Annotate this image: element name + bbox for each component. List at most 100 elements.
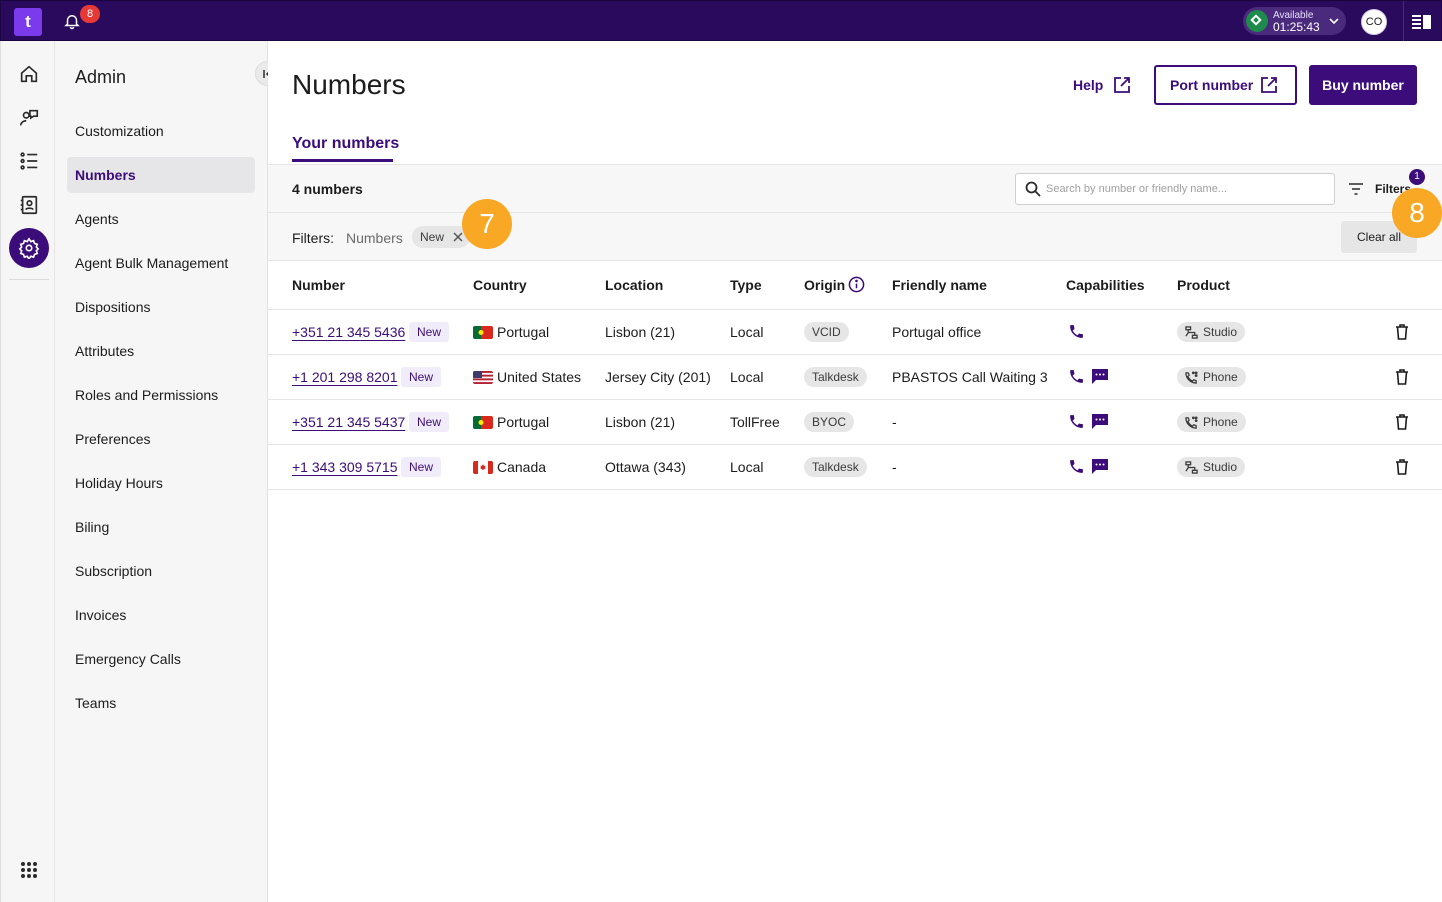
canada-flag-icon [473,461,493,474]
table-row[interactable]: +1 343 309 5715 New Canada Ottawa (343) … [268,445,1442,490]
column-header-friendly-name[interactable]: Friendly name [892,277,987,293]
bell-icon[interactable] [63,12,81,30]
new-badge: New [409,412,450,432]
page-title: Numbers [292,69,406,100]
help-link[interactable]: Help [1073,77,1103,93]
search-input[interactable] [1046,179,1326,199]
sidebar-item-emergency-calls[interactable]: Emergency Calls [67,641,255,677]
main-content: Numbers Help Port number Buy number Your… [268,41,1442,902]
agent-status-dropdown[interactable]: Available 01:25:43 [1243,7,1346,35]
country-cell: Canada [497,459,547,475]
sidebar-item-attributes[interactable]: Attributes [67,333,255,369]
port-number-button[interactable]: Port number [1154,65,1297,105]
side-panel-icon[interactable] [1412,14,1432,30]
type-cell: Local [730,324,764,340]
new-badge: New [401,367,442,387]
sidebar-item-customization[interactable]: Customization [67,113,255,149]
table-header: Number Country Location Type Origin Frie… [268,261,1442,310]
table-row[interactable]: +351 21 345 5436 New Portugal Lisbon (21… [268,310,1442,355]
friendly-name-cell: PBASTOS Call Waiting 3 [892,369,1048,385]
product-label: Phone [1203,415,1238,429]
app-rail [0,41,55,902]
gear-icon [18,237,40,259]
type-cell: TollFree [730,414,780,430]
column-header-capabilities[interactable]: Capabilities [1066,277,1145,293]
sidebar-item-invoices[interactable]: Invoices [67,597,255,633]
home-icon[interactable] [18,63,40,85]
sidebar-item-roles-and-permissions[interactable]: Roles and Permissions [67,377,255,413]
studio-flow-icon [1185,461,1198,474]
sidebar-item-agent-bulk-management[interactable]: Agent Bulk Management [67,245,255,281]
close-icon[interactable] [453,232,463,242]
external-link-icon[interactable] [1113,76,1131,94]
product-label: Studio [1203,325,1238,339]
number-link[interactable]: +1 201 298 8201 [292,369,398,385]
filter-chip-new[interactable]: New [412,226,471,248]
step-marker-8: 8 [1392,188,1442,238]
trash-icon[interactable] [1395,414,1409,430]
table-row[interactable]: +351 21 345 5437 New Portugal Lisbon (21… [268,400,1442,445]
phone-dial-icon [1185,416,1198,429]
numbers-count: 4 numbers [292,181,363,197]
apps-grid-icon[interactable] [20,861,38,879]
product-badge: Studio [1177,457,1246,477]
sidebar-item-preferences[interactable]: Preferences [67,421,255,457]
trash-icon[interactable] [1395,369,1409,385]
external-link-icon [1261,77,1277,93]
sidebar-item-numbers[interactable]: Numbers [67,157,255,193]
filters-count-badge: 1 [1409,169,1425,185]
sidebar-item-agents[interactable]: Agents [67,201,255,237]
origin-badge: VCID [804,322,849,342]
portugal-flag-icon [473,416,493,429]
location-cell: Ottawa (343) [605,459,686,475]
filter-icon [1349,183,1363,195]
sidebar-item-subscription[interactable]: Subscription [67,553,255,589]
avatar[interactable]: CO [1361,9,1387,35]
product-label: Phone [1203,370,1238,384]
trash-icon[interactable] [1395,459,1409,475]
phone-icon [1070,370,1083,383]
column-header-origin[interactable]: Origin [804,277,845,293]
number-link[interactable]: +1 343 309 5715 [292,459,398,475]
number-link[interactable]: +351 21 345 5437 [292,414,405,430]
table-row[interactable]: +1 201 298 8201 New United States Jersey… [268,355,1442,400]
sidebar-title: Admin [75,67,127,87]
column-header-location[interactable]: Location [605,277,663,293]
friendly-name-cell: - [892,459,897,475]
column-header-product[interactable]: Product [1177,277,1230,293]
sidebar-item-billing[interactable]: Biling [67,509,255,545]
table-toolbar: 4 numbers Filters 1 [268,165,1442,213]
list-icon[interactable] [18,150,40,172]
buy-number-button[interactable]: Buy number [1309,65,1417,105]
country-cell: United States [497,369,582,385]
sidebar-item-teams[interactable]: Teams [67,685,255,721]
sidebar-item-dispositions[interactable]: Dispositions [67,289,255,325]
product-badge: Studio [1177,322,1246,342]
column-header-country[interactable]: Country [473,277,527,293]
filter-chip-label: New [420,230,445,244]
topbar-divider [1403,1,1404,42]
tab-your-numbers[interactable]: Your numbers [292,135,399,153]
rail-item-admin[interactable] [9,228,49,268]
app-logo[interactable]: t [14,8,42,36]
agent-speech-icon[interactable] [18,107,40,129]
active-filters-row: Filters: Numbers New Clear all [268,213,1442,261]
product-label: Studio [1203,460,1238,474]
column-header-type[interactable]: Type [730,277,762,293]
contacts-book-icon[interactable] [18,194,40,216]
united-states-flag-icon [473,371,493,384]
number-link[interactable]: +351 21 345 5436 [292,324,405,340]
search-box[interactable] [1015,173,1335,205]
message-icon [1092,369,1108,384]
sidebar-item-holiday-hours[interactable]: Holiday Hours [67,465,255,501]
location-cell: Jersey City (201) [605,369,711,385]
location-cell: Lisbon (21) [605,324,676,340]
notification-badge: 8 [80,5,100,23]
message-icon [1092,414,1108,429]
column-header-number[interactable]: Number [292,277,345,293]
friendly-name-cell: - [892,414,897,430]
status-timer: 01:25:43 [1273,20,1320,34]
active-tab-indicator [292,159,393,162]
info-icon[interactable] [848,276,865,293]
trash-icon[interactable] [1395,324,1409,340]
